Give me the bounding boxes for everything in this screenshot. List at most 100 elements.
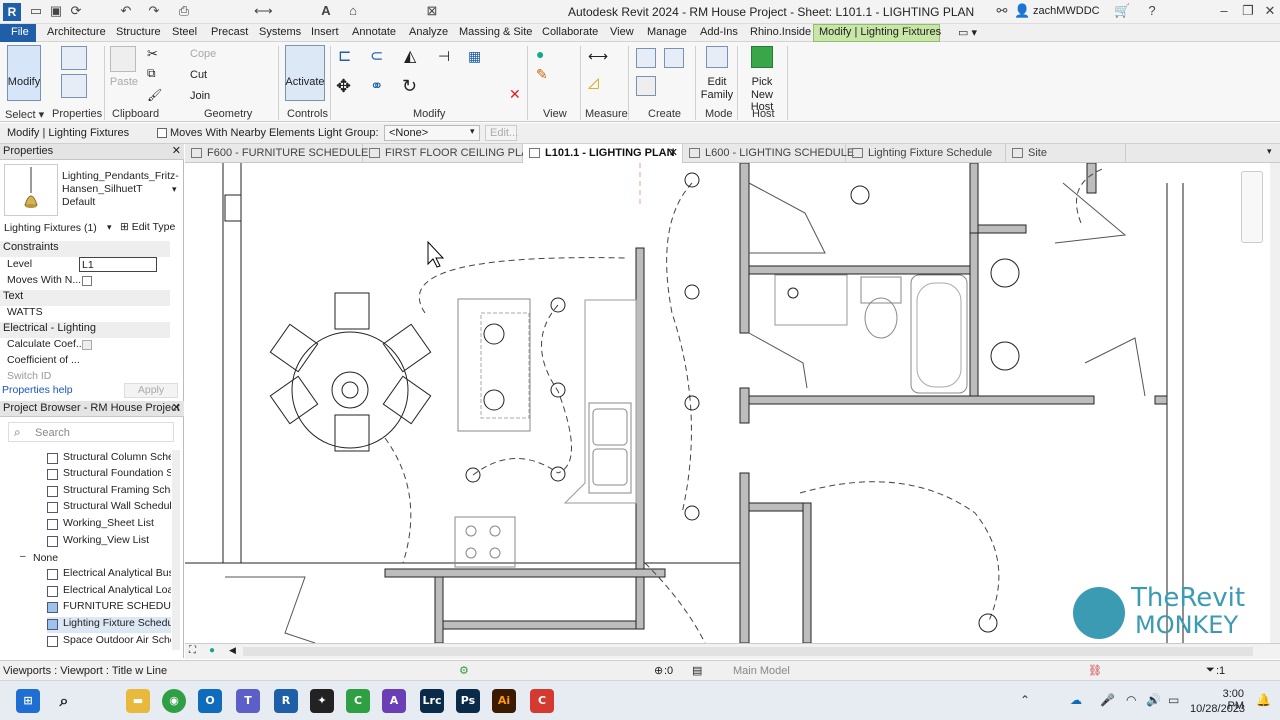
home-icon[interactable]: ⌂ (345, 3, 361, 19)
tab-f600[interactable]: F600 - FURNITURE SCHEDULE (185, 144, 368, 163)
copy-icon[interactable]: ⧉ (147, 66, 156, 81)
browser-item[interactable]: Space Outdoor Air Sche (47, 634, 171, 650)
hide-view-icon[interactable]: ● (536, 46, 544, 62)
paste-icon[interactable] (110, 46, 136, 72)
maximize-icon[interactable]: ❐ (1240, 3, 1256, 19)
level-field[interactable]: L1 (79, 257, 157, 272)
panel-toggle-icon[interactable]: ▭ ▾ (958, 26, 977, 39)
start-icon[interactable]: ⊞ (16, 689, 40, 713)
tab-view[interactable]: View (610, 26, 634, 38)
browser-item[interactable]: Working_View List (47, 534, 171, 550)
user-icon[interactable]: 👤 (1014, 3, 1030, 19)
notifications-icon[interactable]: 🔔 (1256, 693, 1271, 707)
binoculars-icon[interactable]: ⚯ (994, 3, 1010, 19)
horizontal-scrollbar[interactable] (243, 647, 1253, 656)
category-text[interactable]: Text (0, 290, 170, 306)
tab-addins[interactable]: Add-Ins (700, 26, 738, 38)
tab-precast[interactable]: Precast (211, 26, 248, 38)
clock-date[interactable]: 10/28/2023 (1190, 703, 1245, 715)
close-browser-icon[interactable]: ✕ (172, 401, 181, 414)
edit-light-group-label[interactable]: Edit... (490, 127, 518, 139)
modify-button[interactable]: Modify (6, 76, 42, 88)
edit-family-label2[interactable]: Family (700, 89, 734, 101)
measure-icon[interactable]: ⟷ (254, 3, 273, 19)
close-tab-icon[interactable]: ✕ (669, 146, 678, 159)
moves-with-checkbox[interactable] (82, 276, 92, 286)
help-icon[interactable]: ? (1144, 3, 1160, 19)
cut-button[interactable]: Cut (190, 69, 207, 81)
camtasia-icon[interactable]: C (346, 689, 370, 713)
activate-button[interactable]: Activate (284, 76, 326, 88)
outlook-icon[interactable]: O (198, 689, 222, 713)
lightroom-icon[interactable]: Lrc (420, 689, 444, 713)
sync-icon[interactable]: ⟳ (68, 3, 84, 19)
browser-item[interactable]: Structural Wall Schedule (47, 500, 171, 516)
edit-type-button[interactable]: ⊞ Edit Type (120, 221, 175, 233)
move-icon[interactable]: ✥ (336, 76, 351, 97)
app-icon[interactable]: ✦ (310, 689, 334, 713)
category-electrical-lighting[interactable]: Electrical - Lighting (0, 322, 170, 338)
tray-chevron-icon[interactable]: ⌃ (1020, 693, 1030, 707)
type-name-3[interactable]: Default (62, 196, 95, 208)
paste-button[interactable]: Paste (108, 76, 140, 88)
type-name-2[interactable]: Hansen_SilhuetT (62, 183, 143, 195)
modify-arrow-icon[interactable] (7, 45, 41, 101)
close-icon[interactable]: ✕ (1262, 3, 1278, 19)
tab-site[interactable]: Site (1006, 144, 1126, 163)
tab-l600[interactable]: L600 - LIGHTING SCHEDULE (683, 144, 854, 163)
cart-icon[interactable]: 🛒 (1114, 3, 1130, 19)
measure-tool-icon[interactable]: ⟷ (588, 48, 608, 65)
activate-icon[interactable] (285, 45, 325, 101)
apply-label[interactable]: Apply (138, 384, 164, 396)
undo-icon[interactable]: ↶ (118, 3, 134, 19)
tab-structure[interactable]: Structure (116, 26, 161, 38)
browser-item[interactable]: Structural Foundation S (47, 467, 171, 483)
tab-analyze[interactable]: Analyze (409, 26, 448, 38)
redo-icon[interactable]: ↷ (146, 3, 162, 19)
browser-item[interactable]: Working_Sheet List (47, 517, 171, 533)
model-icon[interactable]: ▤ (692, 664, 702, 677)
tab-architecture[interactable]: Architecture (47, 26, 106, 38)
dimension-icon[interactable]: ◿ (588, 74, 599, 91)
battery-icon[interactable]: ▭ (1168, 693, 1179, 707)
microphone-icon[interactable]: 🎤 (1100, 693, 1115, 707)
browser-item-selected[interactable]: Lighting Fixture Schedu (47, 617, 171, 633)
scroll-left-icon[interactable]: ◀ (229, 645, 236, 656)
tab-overflow-icon[interactable]: ▾ (1267, 146, 1272, 157)
rotate-icon[interactable]: ↻ (402, 76, 417, 97)
properties-icon[interactable] (61, 46, 87, 70)
minimize-icon[interactable]: – (1216, 3, 1232, 19)
browser-scrollbar[interactable] (172, 450, 180, 650)
type-selector-chevron-icon[interactable]: ▾ (172, 184, 177, 195)
cope-button[interactable]: Cope (190, 48, 216, 60)
drawing-canvas[interactable]: TheRevit MONKEY (185, 163, 1270, 643)
pick-host-icon[interactable] (751, 46, 773, 68)
model-select[interactable]: Main Model (733, 665, 790, 677)
calculate-coef-checkbox[interactable] (82, 340, 92, 350)
tab-collaborate[interactable]: Collaborate (542, 26, 598, 38)
onedrive-icon[interactable]: ☁ (1070, 693, 1082, 707)
tab-rhino-inside[interactable]: Rhino.Inside (750, 26, 811, 38)
tab-manage[interactable]: Manage (647, 26, 687, 38)
instance-chevron-icon[interactable]: ▾ (107, 222, 112, 233)
trim-icon[interactable]: ⊣ (438, 48, 450, 65)
level-value[interactable]: L1 (82, 259, 94, 271)
type-name-1[interactable]: Lighting_Pendants_Fritz- (62, 170, 179, 182)
split-icon[interactable]: ▦ (468, 48, 481, 65)
tab-steel[interactable]: Steel (172, 26, 197, 38)
file-explorer-icon[interactable]: ▬ (126, 689, 150, 713)
chrome-icon[interactable]: ◉ (162, 689, 186, 713)
select-links-icon[interactable]: ⛓ (1088, 664, 1102, 677)
open-icon[interactable]: ▭ (28, 3, 44, 19)
category-constraints[interactable]: Constraints (0, 241, 170, 257)
edit-type-label[interactable]: Edit Type (132, 221, 176, 233)
visual-style-icon[interactable]: ● (209, 645, 215, 656)
copy-elem-icon[interactable]: ⚭ (370, 76, 383, 96)
revit-logo-icon[interactable]: R (3, 3, 21, 21)
group-collapse-icon[interactable]: – (20, 551, 26, 562)
camtasia-red-icon[interactable]: C (530, 689, 554, 713)
lighting-plan-drawing[interactable] (185, 163, 1270, 643)
cut-scissors-icon[interactable]: ✂ (147, 46, 158, 62)
delete-icon[interactable]: ✕ (509, 86, 521, 103)
print-icon[interactable]: ⎙ (176, 3, 192, 19)
